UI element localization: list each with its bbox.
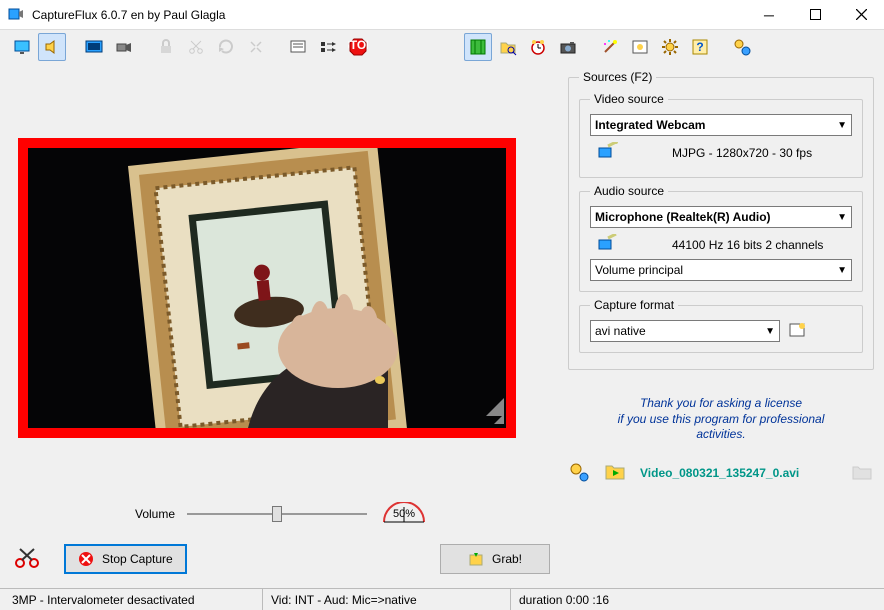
camera-icon[interactable] (554, 33, 582, 61)
audio-source-select[interactable]: Microphone (Realtek(R) Audio) ▼ (590, 206, 852, 228)
video-source-select[interactable]: Integrated Webcam ▼ (590, 114, 852, 136)
stop-capture-button[interactable]: Stop Capture (64, 544, 187, 574)
folder-search-icon[interactable] (494, 33, 522, 61)
note-icon[interactable] (284, 33, 312, 61)
folder-play-icon[interactable] (604, 462, 626, 485)
video-preview (18, 138, 516, 438)
monitor-icon[interactable] (8, 33, 36, 61)
video-source-label: Video source (590, 92, 668, 106)
video-source-value: Integrated Webcam (595, 118, 705, 132)
gear-icon[interactable] (656, 33, 684, 61)
stop-icon[interactable]: STOP (344, 33, 372, 61)
video-config-icon[interactable] (598, 142, 618, 163)
grab-button[interactable]: Grab! (440, 544, 550, 574)
volume-pct: 50% (379, 508, 429, 520)
capture-format-config-icon[interactable] (788, 321, 806, 342)
close-button[interactable] (838, 0, 884, 30)
svg-text:STOP: STOP (348, 38, 368, 52)
audio-source-value: Microphone (Realtek(R) Audio) (595, 210, 771, 224)
refresh-icon (212, 33, 240, 61)
capture-format-label: Capture format (590, 298, 678, 312)
sources-panel-icon[interactable] (464, 33, 492, 61)
capture-format-group: Capture format avi native ▼ (579, 298, 863, 353)
volume-control-select[interactable]: Volume principal ▼ (590, 259, 852, 281)
capture-format-value: avi native (595, 324, 646, 338)
volume-control-value: Volume principal (595, 263, 683, 277)
speaker-icon[interactable] (38, 33, 66, 61)
audio-source-group: Audio source Microphone (Realtek(R) Audi… (579, 184, 863, 292)
volume-label: Volume (135, 507, 175, 521)
svg-text:?: ? (696, 40, 703, 54)
clock-icon[interactable] (524, 33, 552, 61)
maximize-button[interactable] (792, 0, 838, 30)
titlebar: CaptureFlux 6.0.7 en by Paul Glagla ─ (0, 0, 884, 30)
stop-capture-label: Stop Capture (102, 552, 173, 566)
output-file-link[interactable]: Video_080321_135247_0.avi (640, 466, 799, 480)
video-source-group: Video source Integrated Webcam ▼ MJPG - … (579, 92, 863, 178)
camcorder-icon[interactable] (110, 33, 138, 61)
capture-format-select[interactable]: avi native ▼ (590, 320, 780, 342)
minimize-button[interactable]: ─ (746, 0, 792, 30)
wand-icon[interactable] (596, 33, 624, 61)
status-cell-3: duration 0:00 :16 (510, 589, 617, 610)
sources-legend: Sources (F2) (579, 70, 656, 84)
license-note: Thank you for asking a license if you us… (568, 396, 874, 443)
audio-info: 44100 Hz 16 bits 2 channels (672, 238, 823, 252)
help-icon[interactable]: ? (686, 33, 714, 61)
gears-icon[interactable] (568, 461, 590, 486)
sources-fieldset: Sources (F2) Video source Integrated Web… (568, 70, 874, 370)
scissors-disabled-icon (182, 33, 210, 61)
audio-config-icon[interactable] (598, 234, 618, 255)
audio-source-label: Audio source (590, 184, 668, 198)
options-icon[interactable] (626, 33, 654, 61)
folder-grey-icon (852, 464, 874, 483)
scissors-icon[interactable] (14, 547, 44, 572)
fullscreen-monitor-icon[interactable] (80, 33, 108, 61)
status-cell-1: 3MP - Intervalometer desactivated (4, 589, 254, 610)
shrink-icon (242, 33, 270, 61)
lock-icon (152, 33, 180, 61)
chevron-down-icon: ▼ (837, 265, 847, 276)
chevron-down-icon: ▼ (837, 120, 847, 131)
chevron-down-icon: ▼ (837, 212, 847, 223)
video-info: MJPG - 1280x720 - 30 fps (672, 146, 812, 160)
app-icon (8, 7, 24, 23)
chevron-down-icon: ▼ (765, 326, 775, 337)
gears-blue-icon[interactable] (728, 33, 756, 61)
window-title: CaptureFlux 6.0.7 en by Paul Glagla (32, 8, 746, 22)
status-cell-2: Vid: INT - Aud: Mic=>native (262, 589, 502, 610)
shift-icon[interactable] (314, 33, 342, 61)
main-area: Volume 50% Stop Capture Grab! (0, 64, 884, 588)
volume-slider[interactable] (187, 504, 367, 524)
grab-label: Grab! (492, 552, 522, 566)
status-bar: 3MP - Intervalometer desactivated Vid: I… (0, 588, 884, 610)
toolbar: STOP ? (0, 30, 884, 64)
volume-gauge: 50% (379, 502, 429, 526)
